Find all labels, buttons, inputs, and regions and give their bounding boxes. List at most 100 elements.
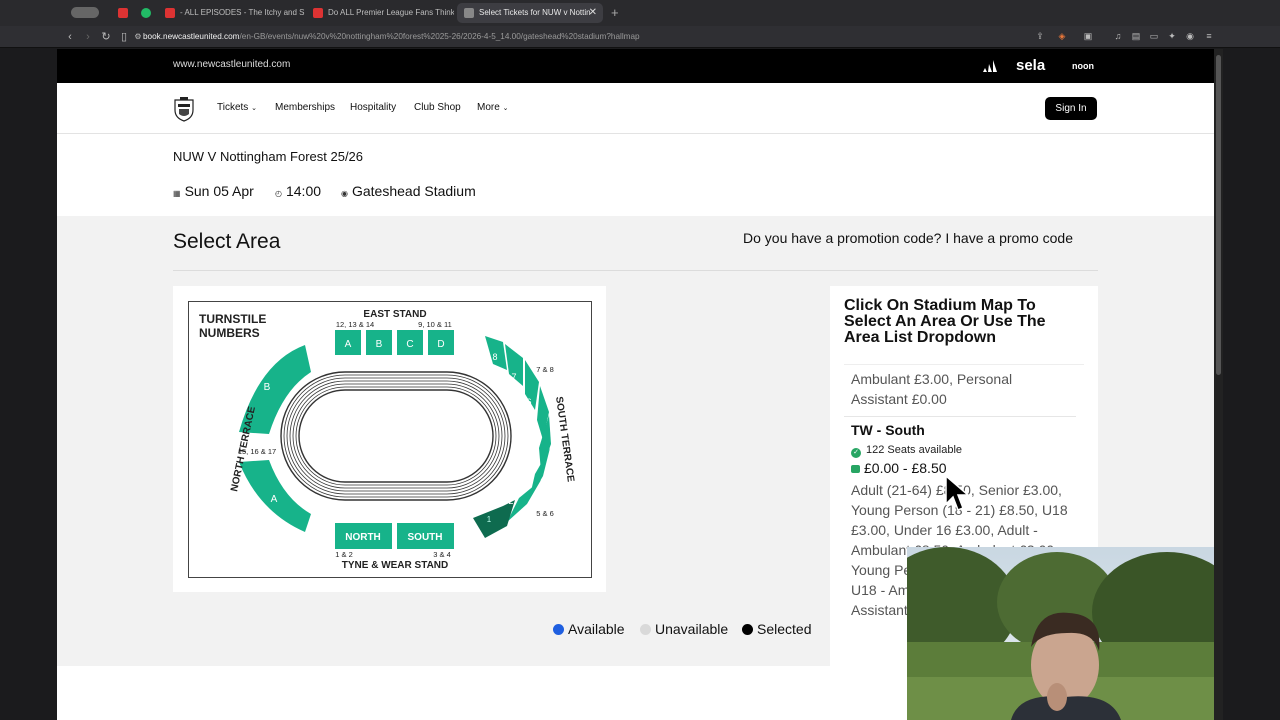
tyne-wear-stand-label: TYNE & WEAR STAND	[342, 560, 448, 571]
south-turnstile-bottom: 5 & 6	[536, 509, 554, 518]
selected-dot-icon	[742, 624, 753, 635]
nav-hospitality[interactable]: Hospitality	[350, 102, 396, 113]
pinned-youtube-tab[interactable]	[112, 3, 132, 23]
pinned-green-tab[interactable]	[136, 3, 156, 23]
seats-available: ✓ 122 Seats available	[851, 444, 962, 458]
east-stand-label: EAST STAND	[363, 309, 426, 320]
panel-title: Click On Stadium Map To Select An Area O…	[844, 297, 1046, 346]
promo-code-link[interactable]: I have a promo code	[945, 230, 1073, 246]
screenshot-icon[interactable]: ▣	[1082, 30, 1094, 43]
divider	[173, 270, 1098, 271]
top-strip: www.newcastleunited.com sela noon	[57, 49, 1214, 83]
block-tw-north[interactable]: NORTH	[335, 523, 392, 549]
tab-episodes[interactable]: - ALL EPISODES - The Itchy and S	[158, 3, 306, 23]
browser-tab-bar: - ALL EPISODES - The Itchy and S Do ALL …	[0, 0, 1280, 26]
stadium-map[interactable]: TURNSTILE NUMBERS EAST STAND 12, 13 & 14…	[188, 301, 592, 578]
menu-icon[interactable]: ≡	[1203, 30, 1215, 43]
youtube-icon	[313, 8, 323, 18]
pinned-tab-group[interactable]	[71, 7, 99, 18]
svg-text:D: D	[437, 339, 444, 350]
webcam-overlay	[907, 547, 1214, 720]
turnstile-heading-2: NUMBERS	[199, 326, 260, 340]
svg-text:A: A	[271, 494, 278, 505]
site-link[interactable]: www.newcastleunited.com	[173, 59, 290, 70]
svg-text:SOUTH: SOUTH	[408, 532, 443, 543]
running-track	[280, 371, 512, 501]
south-block-label: 1	[487, 515, 492, 524]
calendar-icon: ▦	[173, 189, 181, 198]
newcastle-favicon-icon	[464, 8, 474, 18]
east-turnstile-left: 12, 13 & 14	[336, 320, 374, 329]
previous-area-prices: Ambulant £3.00, Personal Assistant £0.00	[851, 371, 1013, 407]
forward-button[interactable]: ›	[81, 29, 95, 45]
svg-text:A: A	[345, 339, 352, 350]
address-bar[interactable]: book.newcastleunited.com/en-GB/events/nu…	[143, 29, 640, 45]
legend-unavailable: Unavailable	[640, 621, 728, 637]
block-tw-south[interactable]: SOUTH	[397, 523, 454, 549]
svg-text:B: B	[264, 382, 271, 393]
bookmark-icon[interactable]: ▯	[117, 29, 131, 45]
block-east-c[interactable]: C	[397, 330, 423, 355]
new-tab-button[interactable]: +	[611, 3, 619, 23]
ai-sparkle-icon[interactable]: ✦	[1166, 30, 1178, 43]
sela-logo: sela	[1016, 57, 1046, 74]
back-button[interactable]: ‹	[63, 29, 77, 45]
block-east-d[interactable]: D	[428, 330, 454, 355]
east-turnstile-right: 9, 10 & 11	[418, 320, 452, 329]
svg-text:NORTH: NORTH	[345, 532, 381, 543]
select-area-heading: Select Area	[173, 230, 281, 253]
sign-in-button[interactable]: Sign In	[1045, 97, 1097, 120]
turnstile-heading: TURNSTILE	[199, 312, 266, 326]
south-block-label: 3	[523, 478, 528, 488]
page-scrollbar[interactable]	[1214, 49, 1223, 720]
tab-premier-league[interactable]: Do ALL Premier League Fans Think	[306, 3, 454, 23]
divider	[844, 416, 1076, 417]
chevron-down-icon: ⌄	[502, 105, 509, 112]
stadium-map-card: TURNSTILE NUMBERS EAST STAND 12, 13 & 14…	[173, 286, 606, 592]
event-header: NUW V Nottingham Forest 25/26 ▦ Sun 05 Ap…	[57, 134, 1214, 216]
south-block-label: 8	[492, 352, 497, 362]
nav-club-shop[interactable]: Club Shop	[414, 102, 461, 113]
available-dot-icon	[553, 624, 564, 635]
scrollbar-thumb[interactable]	[1216, 55, 1221, 375]
svg-text:B: B	[376, 339, 383, 350]
unavailable-dot-icon	[640, 624, 651, 635]
tw-south-turnstile: 3 & 4	[433, 550, 451, 559]
mouse-cursor-icon	[945, 474, 970, 511]
vpn-icon[interactable]: ◉	[1184, 30, 1196, 43]
price-range: £0.00 - £8.50	[851, 460, 947, 476]
check-icon: ✓	[851, 448, 861, 458]
wallet-icon[interactable]: ▭	[1148, 30, 1160, 43]
nav-more[interactable]: More ⌄	[477, 102, 508, 113]
area-name[interactable]: TW - South	[851, 422, 925, 438]
south-turnstile-top: 7 & 8	[536, 365, 554, 374]
share-icon[interactable]: ⇪	[1034, 30, 1046, 43]
north-turnstile-numbers: 15, 16 & 17	[238, 447, 276, 456]
legend-selected: Selected	[742, 621, 811, 637]
block-east-a[interactable]: A	[335, 330, 361, 355]
sidebar-icon[interactable]: ▤	[1130, 30, 1142, 43]
event-venue: ◉ Gateshead Stadium	[341, 183, 476, 199]
close-tab-icon[interactable]: ✕	[589, 3, 597, 23]
tw-north-turnstile: 1 & 2	[335, 550, 353, 559]
event-title: NUW V Nottingham Forest 25/26	[173, 149, 364, 164]
music-icon[interactable]: ♫	[1112, 30, 1124, 43]
browser-toolbar: ‹ › ↻ ▯ ⚙ book.newcastleunited.com/en-GB…	[0, 26, 1280, 48]
main-navigation: Tickets ⌄ Memberships Hospitality Club S…	[57, 83, 1214, 134]
svg-text:C: C	[406, 339, 413, 350]
tab-select-tickets[interactable]: Select Tickets for NUW v Nottin ✕	[457, 3, 603, 23]
noon-logo: noon	[1072, 61, 1094, 71]
south-terrace-label: SOUTH TERRACE	[553, 396, 576, 483]
block-east-b[interactable]: B	[366, 330, 392, 355]
brave-shield-icon[interactable]: ◈	[1056, 30, 1068, 43]
nav-tickets[interactable]: Tickets ⌄	[217, 102, 257, 113]
club-crest-icon[interactable]	[173, 96, 195, 122]
ticket-icon	[851, 465, 860, 473]
legend-available: Available	[553, 621, 625, 637]
reload-button[interactable]: ↻	[99, 29, 113, 45]
chevron-down-icon: ⌄	[251, 105, 257, 112]
nav-memberships[interactable]: Memberships	[275, 102, 335, 113]
block-north-a[interactable]: A	[239, 460, 311, 532]
event-date: ▦ Sun 05 Apr	[173, 183, 254, 199]
south-block-label: 6	[526, 397, 531, 407]
